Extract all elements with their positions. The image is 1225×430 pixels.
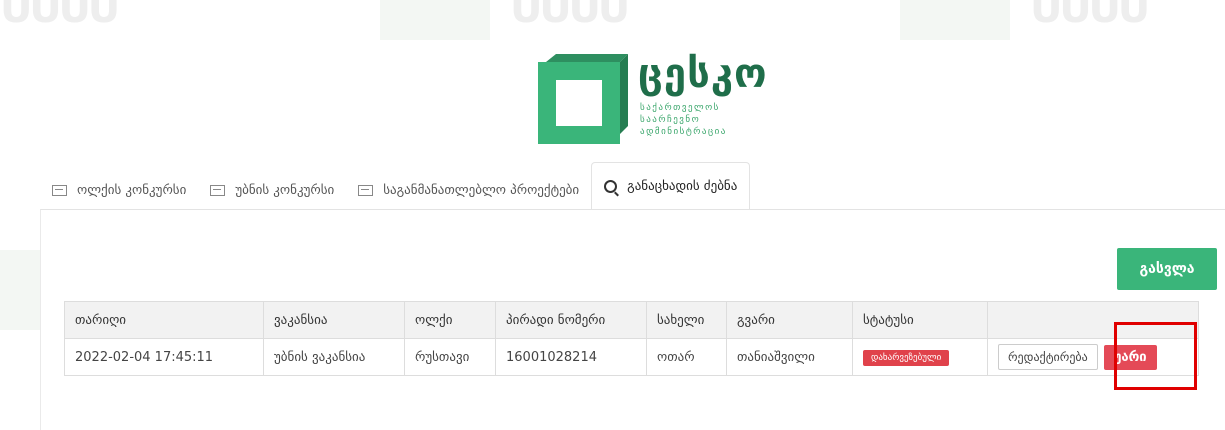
cell-personal-number: 16001028214 <box>495 338 647 376</box>
card-icon <box>358 184 374 196</box>
tab-bar: ოლქის კონკურსი უბნის კონკურსი საგანმანათ… <box>40 162 751 210</box>
card-icon <box>210 184 226 196</box>
highlight-box <box>1114 322 1197 390</box>
column-header-last-name: გვარი <box>726 301 853 339</box>
tab-application-search[interactable]: განაცხადის ძებნა <box>591 162 751 210</box>
watermark-logo: ՍՍՍՍ <box>1030 0 1147 32</box>
cell-first-name: ოთარ <box>646 338 727 376</box>
column-header-personal-number: პირადი ნომერი <box>495 301 647 339</box>
tab-educational-projects[interactable]: საგანმანათლებლო პროექტები <box>346 170 591 210</box>
tab-label: საგანმანათლებლო პროექტები <box>383 182 580 198</box>
cesko-logo: ცესკო საქართველოს საარჩევნო ადმინისტრაცი… <box>538 50 778 160</box>
status-badge: დახარვეზებული <box>863 349 950 366</box>
watermark-shape <box>380 0 490 40</box>
cell-status: დახარვეზებული <box>852 338 988 376</box>
watermark-shape <box>0 250 40 330</box>
card-icon <box>52 184 67 196</box>
watermark-logo: ՍՍՍՍ <box>0 0 117 32</box>
edit-button[interactable]: რედაქტირება <box>998 344 1098 370</box>
logout-button[interactable]: გასვლა <box>1117 248 1217 290</box>
watermark-logo: ՍՍՍՍ <box>510 0 627 32</box>
column-header-status: სტატუსი <box>852 301 988 339</box>
cell-vacancy: უბნის ვაკანსია <box>263 338 405 376</box>
table-row: 2022-02-04 17:45:11 უბნის ვაკანსია რუსთა… <box>64 338 1199 376</box>
cell-last-name: თანიაშვილი <box>726 338 853 376</box>
table-header-row: თარიღი ვაკანსია ოლქი პირადი ნომერი სახელ… <box>64 301 1199 339</box>
cell-district: რუსთავი <box>404 338 496 376</box>
tab-label: განაცხადის ძებნა <box>627 178 738 194</box>
watermark-shape <box>900 0 1010 40</box>
column-header-district: ოლქი <box>404 301 496 339</box>
tab-label: ოლქის კონკურსი <box>77 182 187 198</box>
tab-label: უბნის კონკურსი <box>235 182 335 198</box>
tab-district-contest[interactable]: ოლქის კონკურსი <box>40 170 198 210</box>
logo-square-icon <box>538 54 628 144</box>
column-header-date: თარიღი <box>64 301 264 339</box>
search-icon <box>604 179 618 193</box>
column-header-vacancy: ვაკანსია <box>263 301 405 339</box>
tab-precinct-contest[interactable]: უბნის კონკურსი <box>198 170 346 210</box>
logo-title: ცესკო <box>638 51 768 97</box>
column-header-first-name: სახელი <box>646 301 727 339</box>
applications-table: თარიღი ვაკანსია ოლქი პირადი ნომერი სახელ… <box>64 301 1199 376</box>
logo-subtitle: საქართველოს საარჩევნო ადმინისტრაცია <box>640 103 727 137</box>
cell-date: 2022-02-04 17:45:11 <box>64 338 264 376</box>
